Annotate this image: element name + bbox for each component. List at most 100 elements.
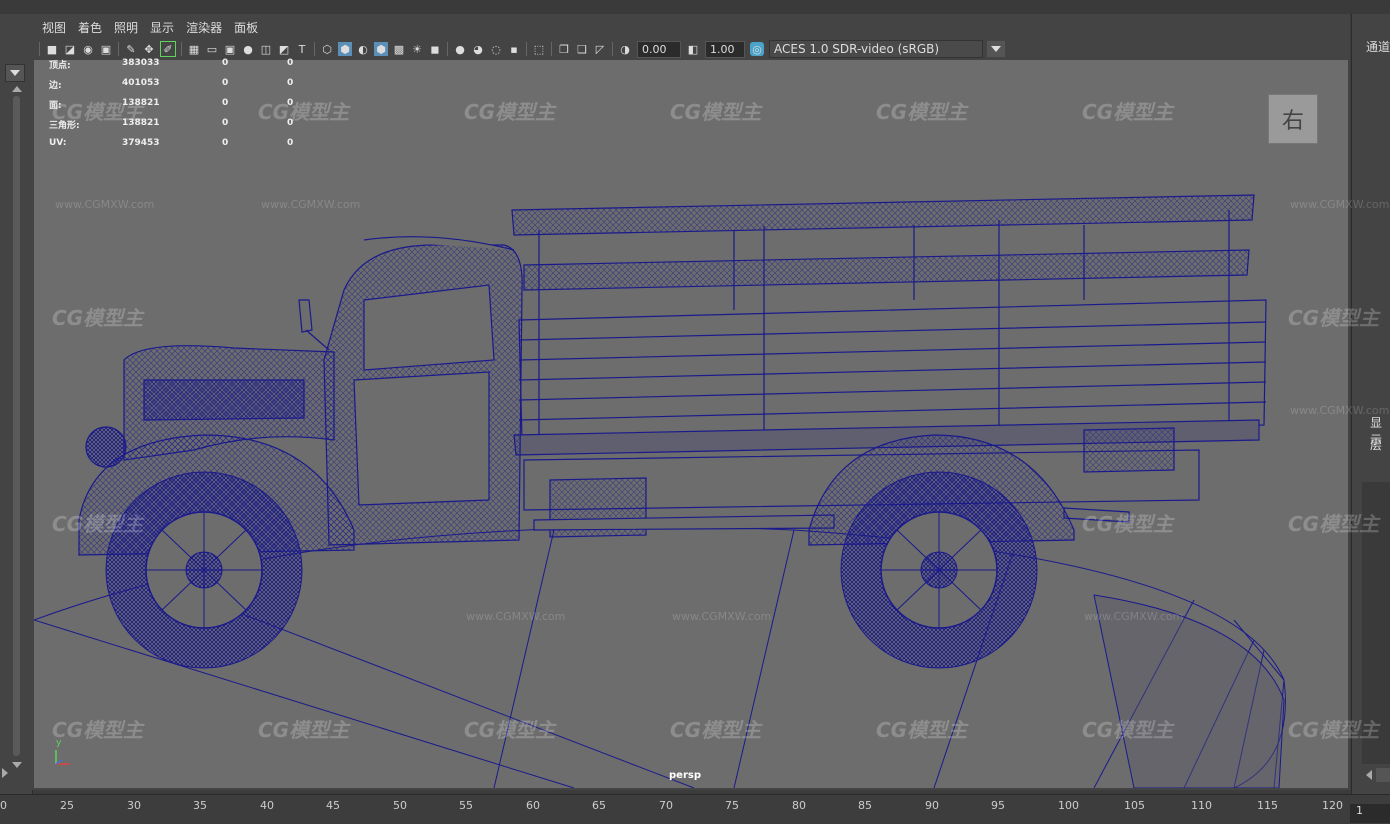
timeline-tick: 55 xyxy=(459,799,473,812)
exposure-field[interactable]: 0.00 xyxy=(637,40,681,58)
left-dropdown[interactable] xyxy=(5,64,25,82)
timeline-tick: 80 xyxy=(792,799,806,812)
bookmarks-icon[interactable]: ◉ xyxy=(81,42,95,56)
grease-pencil-icon[interactable]: ✎ xyxy=(124,42,138,56)
anti-aliasing-icon[interactable]: ◌ xyxy=(489,42,503,56)
menu-panels[interactable]: 面板 xyxy=(228,19,264,36)
menu-view[interactable]: 视图 xyxy=(36,19,72,36)
timeline-tick: 35 xyxy=(193,799,207,812)
time-slider[interactable]: 0 25 30 35 40 45 50 55 60 65 70 75 80 85… xyxy=(0,794,1390,824)
view-cube[interactable]: 右 xyxy=(1268,94,1318,144)
timeline-tick: 60 xyxy=(526,799,540,812)
motion-blur-icon[interactable]: ◕ xyxy=(471,42,485,56)
timeline-tick: 120 xyxy=(1322,799,1343,812)
gamma-field[interactable]: 1.00 xyxy=(705,40,745,58)
image-plane-icon[interactable]: ▣ xyxy=(99,42,113,56)
safe-title-icon[interactable]: T xyxy=(295,42,309,56)
watermark-logo: CG模型主 xyxy=(1082,718,1174,742)
isolate-select-icon[interactable]: ⬚ xyxy=(532,42,546,56)
textured-icon[interactable]: ▩ xyxy=(392,42,406,56)
menu-renderer[interactable]: 渲染器 xyxy=(180,19,228,36)
camera-name-label: persp xyxy=(669,770,701,781)
toolbar-separator xyxy=(39,42,40,56)
wireframe-icon[interactable]: ⬡ xyxy=(320,42,334,56)
shadows-icon[interactable]: ◼ xyxy=(428,42,442,56)
resolution-gate-icon[interactable]: ▣ xyxy=(223,42,237,56)
view-transform-arrow[interactable] xyxy=(987,41,1005,57)
3d-viewport[interactable] xyxy=(34,60,1348,788)
toolbar-separator xyxy=(181,42,182,56)
timeline-tick: 90 xyxy=(925,799,939,812)
2d-pan-zoom-icon[interactable]: ✥ xyxy=(142,42,156,56)
hud-value: 383033 xyxy=(122,58,160,68)
use-all-lights-icon[interactable]: ☀ xyxy=(410,42,424,56)
gate-mask-icon[interactable]: ● xyxy=(241,42,255,56)
toolbar-separator xyxy=(314,42,315,56)
menu-lighting[interactable]: 照明 xyxy=(108,19,144,36)
hud-label: 边: xyxy=(49,81,62,91)
hud-value: 0 xyxy=(222,118,229,128)
camera-attributes-icon[interactable]: ◪ xyxy=(63,42,77,56)
gamma-icon[interactable]: ◧ xyxy=(686,42,700,56)
timeline-tick: 0 xyxy=(0,799,7,812)
scroll-thumb[interactable] xyxy=(1376,768,1390,782)
smooth-shade-icon[interactable]: ⬢ xyxy=(338,42,352,56)
hud-value: 0 xyxy=(222,138,229,148)
grease-draw-icon[interactable]: ✐ xyxy=(160,41,176,57)
xray-icon[interactable]: ❐ xyxy=(557,42,571,56)
grid-icon[interactable]: ▦ xyxy=(187,42,201,56)
left-scrollbar[interactable] xyxy=(13,96,20,756)
watermark-logo: CG模型主 xyxy=(1082,100,1174,124)
scene-render xyxy=(34,194,1286,788)
timeline-tick: 25 xyxy=(60,799,74,812)
view-transform-value: ACES 1.0 SDR-video (sRGB) xyxy=(774,42,940,56)
panel-toolbar: ■ ◪ ◉ ▣ ✎ ✥ ✐ ▦ ▭ ▣ ● ◫ ◩ T ⬡ ⬢ ◐ ⬢ ▩ ☀ … xyxy=(36,38,1348,60)
field-chart-icon[interactable]: ◫ xyxy=(259,42,273,56)
timeline-tick: 85 xyxy=(858,799,872,812)
layer-tab[interactable]: 层 xyxy=(1370,436,1382,453)
hud-value: 0 xyxy=(287,78,294,88)
watermark-url: www.CGMXW.com xyxy=(1084,610,1184,623)
watermark-url: www.CGMXW.com xyxy=(1290,404,1390,417)
scroll-up-icon[interactable] xyxy=(12,86,22,92)
watermark-logo: CG模型主 xyxy=(1288,512,1380,536)
depth-of-field-icon[interactable]: ▪ xyxy=(507,42,521,56)
wireframe-on-shaded-icon[interactable]: ⬢ xyxy=(374,42,388,56)
chevron-down-icon xyxy=(10,70,20,76)
screen-space-ao-icon[interactable]: ● xyxy=(453,42,467,56)
film-gate-icon[interactable]: ▭ xyxy=(205,42,219,56)
side-mirror xyxy=(298,299,330,351)
axis-gizmo: y xyxy=(55,738,70,765)
timeline-tick: 40 xyxy=(260,799,274,812)
safe-action-icon[interactable]: ◩ xyxy=(277,42,291,56)
watermark-logo: CG模型主 xyxy=(52,306,144,330)
menu-show[interactable]: 显示 xyxy=(144,19,180,36)
axis-icon xyxy=(55,750,70,765)
current-frame-field[interactable]: 1 xyxy=(1350,804,1390,823)
watermark-url: www.CGMXW.com xyxy=(1290,198,1390,211)
scroll-left-icon[interactable] xyxy=(1366,770,1372,780)
toolbar-separator xyxy=(118,42,119,56)
color-management-icon[interactable]: ◎ xyxy=(750,42,764,56)
xray-joints-icon[interactable]: ◸ xyxy=(593,42,607,56)
toolbar-separator xyxy=(447,42,448,56)
timeline-tick: 115 xyxy=(1257,799,1278,812)
exposure-icon[interactable]: ◑ xyxy=(618,42,632,56)
watermark-url: www.CGMXW.com xyxy=(55,198,155,211)
hud-value: 0 xyxy=(287,58,294,68)
hud-value: 379453 xyxy=(122,138,160,148)
expand-arrow-icon[interactable] xyxy=(2,768,8,778)
default-material-icon[interactable]: ◐ xyxy=(356,42,370,56)
channel-box-tab[interactable]: 通道 xyxy=(1366,38,1390,55)
scroll-down-icon[interactable] xyxy=(12,762,22,768)
xray-active-icon[interactable]: ❑ xyxy=(575,42,589,56)
top-strip xyxy=(0,0,1390,15)
hud-value: 138821 xyxy=(122,98,160,108)
view-transform-dropdown[interactable]: ACES 1.0 SDR-video (sRGB) xyxy=(769,40,983,58)
watermark-logo: CG模型主 xyxy=(52,718,144,742)
menu-shading[interactable]: 着色 xyxy=(72,19,108,36)
watermark-logo: CG模型主 xyxy=(464,100,556,124)
select-camera-icon[interactable]: ■ xyxy=(45,42,59,56)
toolbar-separator xyxy=(612,42,613,56)
timeline-tick: 75 xyxy=(725,799,739,812)
